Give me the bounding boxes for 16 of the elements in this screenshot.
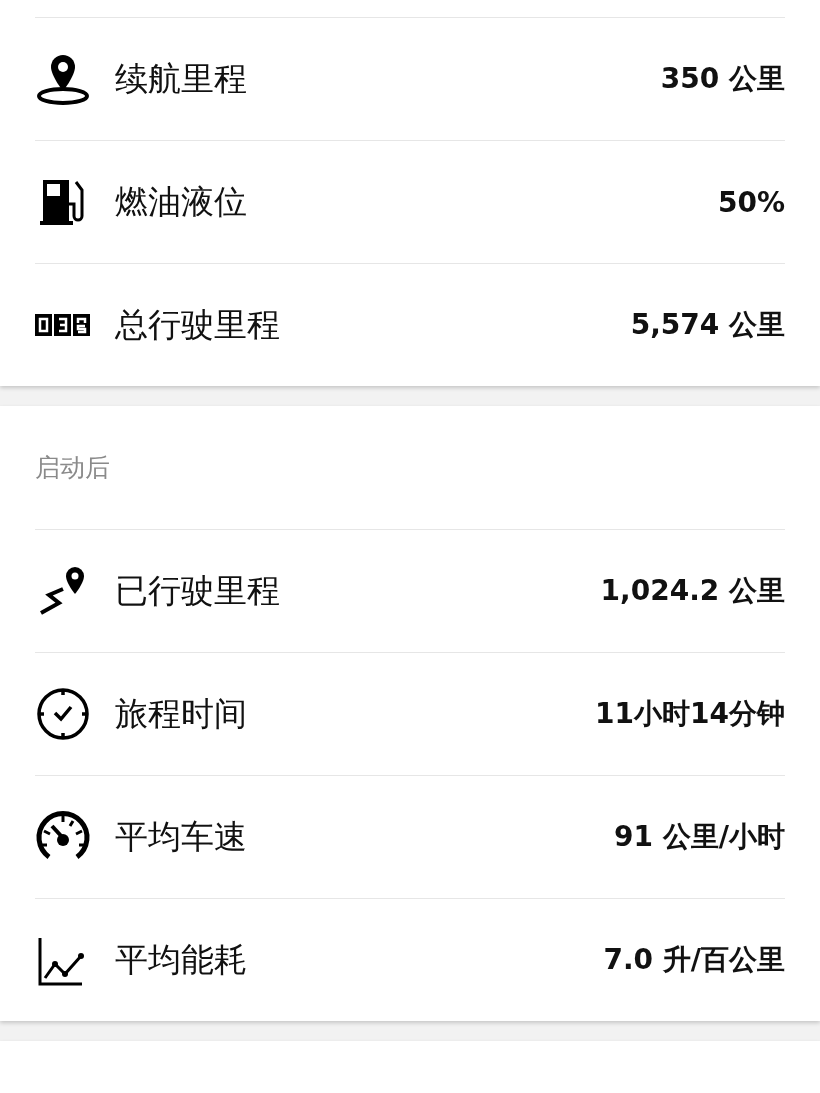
stat-value: 91 公里/小时 bbox=[614, 819, 785, 855]
stat-label: 平均车速 bbox=[115, 815, 248, 858]
stat-label: 平均能耗 bbox=[115, 938, 248, 981]
stat-label: 旅程时间 bbox=[115, 692, 248, 735]
stat-value: 7.0 升/百公里 bbox=[603, 942, 785, 978]
stat-value: 50% bbox=[717, 185, 785, 219]
stat-value: 5,574 公里 bbox=[630, 307, 785, 343]
clock-icon bbox=[35, 686, 91, 742]
stat-value: 11小时14分钟 bbox=[595, 696, 785, 732]
stat-label: 总行驶里程 bbox=[115, 303, 281, 346]
stat-label: 燃油液位 bbox=[115, 180, 248, 223]
stat-label: 已行驶里程 bbox=[115, 569, 281, 612]
stat-label: 续航里程 bbox=[115, 57, 248, 100]
stat-value: 1,024.2 公里 bbox=[600, 573, 785, 609]
section-header: 启动后 bbox=[35, 452, 110, 484]
stat-value: 350 公里 bbox=[660, 61, 785, 97]
